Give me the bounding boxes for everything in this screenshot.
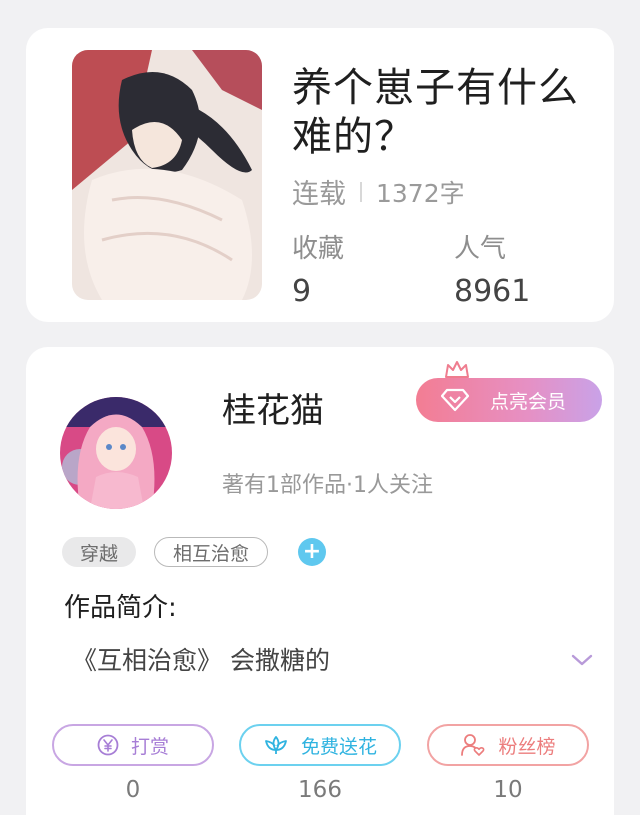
add-tag-button[interactable]: + xyxy=(298,538,326,566)
book-info-card: 养个崽子有什么难的？ 连载 1372字 收藏 9 人气 8961 xyxy=(26,28,614,322)
lotus-icon xyxy=(265,736,287,754)
intro-text: 《互相治愈》 会撒糖的 xyxy=(72,646,330,675)
yen-coin-icon xyxy=(97,734,119,756)
tag-chuanyue[interactable]: 穿越 xyxy=(62,537,136,567)
fans-count: 10 xyxy=(493,777,523,803)
user-heart-icon xyxy=(461,734,485,756)
book-status-row: 连载 1372字 xyxy=(292,172,465,211)
free-flower-label: 免费送花 xyxy=(300,735,377,758)
vip-button-label: 点亮会员 xyxy=(490,390,567,413)
gem-icon xyxy=(440,385,470,415)
favorites-label: 收藏 xyxy=(292,234,345,264)
reward-label: 打赏 xyxy=(130,735,169,758)
reward-count: 0 xyxy=(125,777,141,803)
book-title: 养个崽子有什么难的？ xyxy=(292,65,579,160)
author-card: 桂花猫 著有1部作品·1人关注 点亮会员 穿越 相互治愈 + 作品简介: 《互相… xyxy=(26,347,614,815)
chevron-down-icon[interactable] xyxy=(571,653,593,667)
author-name[interactable]: 桂花猫 xyxy=(222,383,324,432)
flower-count: 166 xyxy=(298,777,342,803)
book-word-count: 1372字 xyxy=(376,178,465,208)
intro-title: 作品简介: xyxy=(64,593,177,623)
popularity-value: 8961 xyxy=(454,274,531,309)
fans-ranking-button[interactable]: 粉丝榜 xyxy=(427,724,589,766)
author-meta: 著有1部作品·1人关注 xyxy=(222,473,433,498)
author-avatar[interactable] xyxy=(60,397,172,509)
popularity-label: 人气 xyxy=(454,234,507,264)
favorites-value: 9 xyxy=(292,274,312,309)
tag-xianghuzhiyu[interactable]: 相互治愈 xyxy=(154,537,268,567)
fans-ranking-label: 粉丝榜 xyxy=(498,735,556,758)
book-status: 连载 xyxy=(292,179,346,210)
reward-button[interactable]: 打赏 xyxy=(52,724,214,766)
book-cover-image[interactable] xyxy=(72,50,262,300)
vip-membership-button[interactable]: 点亮会员 xyxy=(416,378,602,422)
free-flower-button[interactable]: 免费送花 xyxy=(239,724,401,766)
divider xyxy=(360,181,362,202)
